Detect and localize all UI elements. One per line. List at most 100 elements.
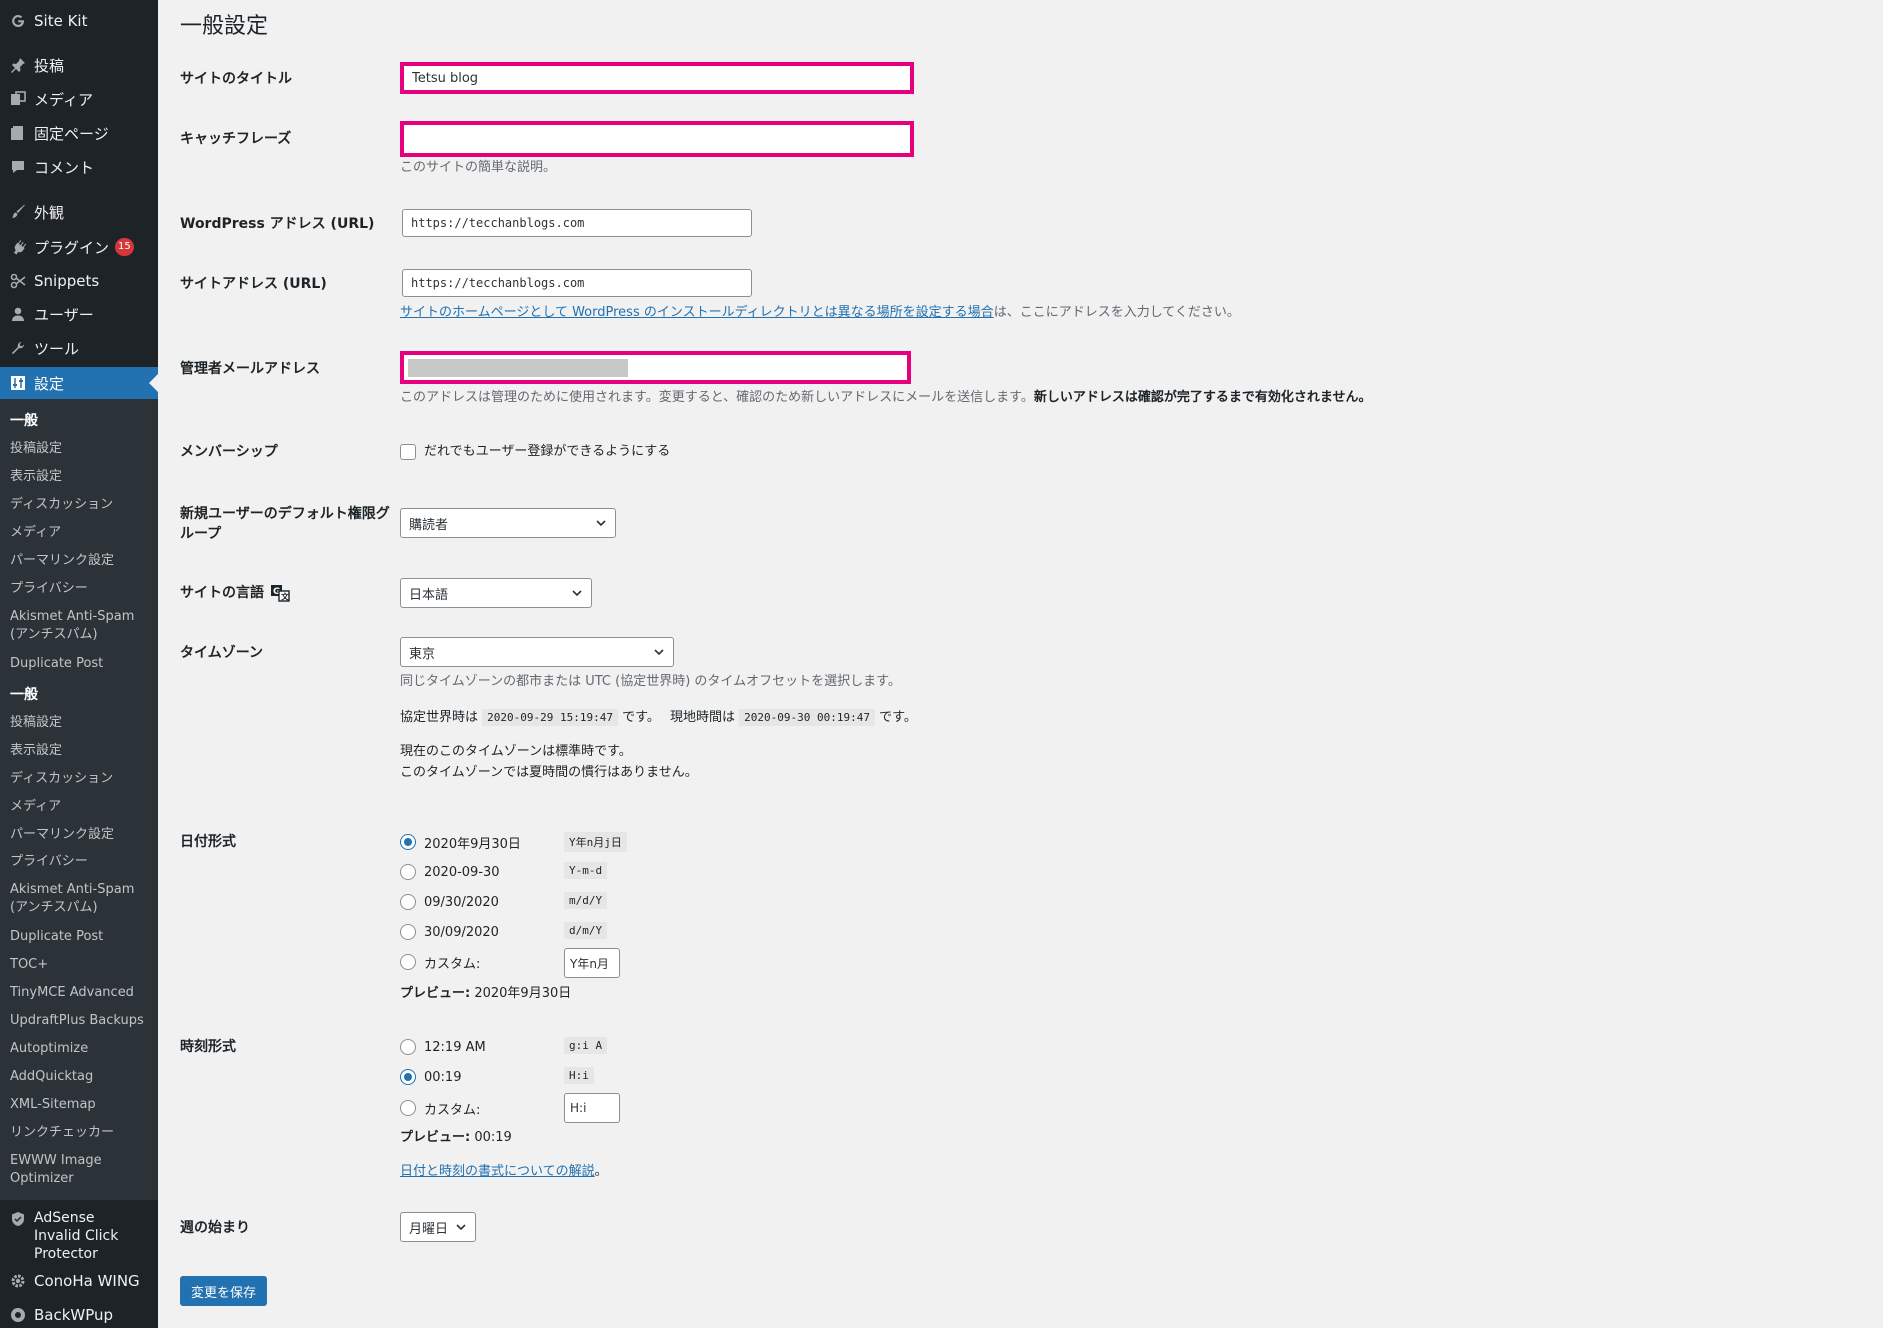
radio-button[interactable]: [400, 1069, 416, 1085]
submenu-general[interactable]: 一般: [10, 686, 152, 704]
site-language-select[interactable]: 日本語: [400, 578, 592, 608]
site-language-row: サイトの言語 G文: [180, 583, 290, 603]
timezone-std-line2: このタイムゾーンでは夏時間の慣行はありません。: [400, 765, 698, 780]
menu-backwpup[interactable]: BackWPup: [0, 1300, 158, 1328]
radio-button[interactable]: [400, 864, 416, 880]
submenu-media[interactable]: メディア: [10, 798, 152, 816]
tagline-input[interactable]: [404, 125, 910, 153]
menu-settings[interactable]: 設定: [0, 367, 158, 399]
submenu-tinymce[interactable]: TinyMCE Advanced: [10, 984, 152, 1002]
menu-users[interactable]: ユーザー: [0, 299, 158, 329]
submenu-privacy[interactable]: プライバシー: [10, 580, 152, 598]
submenu-link-checker[interactable]: リンクチェッカー: [10, 1124, 152, 1142]
radio-button[interactable]: [400, 894, 416, 910]
date-format-option-3[interactable]: 09/30/2020: [400, 891, 499, 913]
submenu-ewww[interactable]: EWWW Image Optimizer: [10, 1152, 152, 1188]
submenu-autoptimize[interactable]: Autoptimize: [10, 1040, 152, 1058]
submenu-general[interactable]: 一般: [10, 412, 152, 430]
submenu-permalink[interactable]: パーマリンク設定: [10, 826, 152, 844]
menu-site-kit[interactable]: Site Kit: [0, 6, 158, 36]
submenu-toc[interactable]: TOC+: [10, 956, 152, 974]
submenu-privacy[interactable]: プライバシー: [10, 853, 152, 871]
submenu-akismet[interactable]: Akismet Anti-Spam (アンチスパム): [10, 881, 152, 917]
preview-value: 2020年9月30日: [474, 986, 572, 1001]
radio-button[interactable]: [400, 924, 416, 940]
site-address-help-link[interactable]: サイトのホームページとして WordPress のインストールディレクトリとは異…: [400, 305, 994, 320]
menu-label: ConoHa WING: [34, 1272, 140, 1290]
admin-email-highlight[interactable]: [400, 351, 911, 384]
submenu-reading[interactable]: 表示設定: [10, 468, 152, 486]
date-format-option-1[interactable]: 2020年9月30日: [400, 831, 521, 853]
menu-tools[interactable]: ツール: [0, 333, 158, 363]
time-format-option-2[interactable]: 00:19: [400, 1066, 461, 1088]
chevron-down-icon: [456, 1224, 466, 1231]
menu-conoha-wing[interactable]: ConoHa WING: [0, 1266, 158, 1296]
admin-sidebar: Site Kit 投稿 メディア 固定ページ コメント 外観 プラグイン 15 …: [0, 0, 158, 1328]
menu-comments[interactable]: コメント: [0, 152, 158, 182]
site-title-highlight: [400, 62, 914, 94]
time-format-option-custom[interactable]: カスタム:: [400, 1097, 480, 1119]
submenu-discussion[interactable]: ディスカッション: [10, 496, 152, 514]
default-role-select[interactable]: 購読者: [400, 508, 616, 538]
date-format-option-4[interactable]: 30/09/2020: [400, 921, 499, 943]
svg-text:文: 文: [281, 592, 290, 602]
menu-pages[interactable]: 固定ページ: [0, 118, 158, 148]
menu-media[interactable]: メディア: [0, 84, 158, 114]
menu-adsense-protector[interactable]: AdSense Invalid Click Protector: [0, 1209, 150, 1263]
comment-icon: [8, 157, 28, 177]
week-start-value: 月曜日: [409, 1221, 449, 1237]
media-icon: [8, 89, 28, 109]
timezone-label: タイムゾーン: [180, 645, 264, 661]
local-time: 2020-09-30 00:19:47: [739, 709, 875, 726]
radio-button[interactable]: [400, 1100, 416, 1116]
time-format-custom-input[interactable]: [564, 1093, 620, 1123]
menu-label: コメント: [34, 158, 95, 177]
plugin-icon: [8, 237, 28, 257]
datetime-doc-link[interactable]: 日付と時刻の書式についての解説: [400, 1164, 595, 1179]
menu-label: ユーザー: [34, 305, 94, 324]
menu-plugins[interactable]: プラグイン 15: [0, 232, 158, 262]
menu-snippets[interactable]: Snippets: [0, 266, 158, 296]
submenu-akismet[interactable]: Akismet Anti-Spam (アンチスパム): [10, 608, 152, 644]
translation-icon: G文: [271, 585, 290, 602]
site-title-input[interactable]: [404, 66, 910, 90]
wp-address-input[interactable]: [402, 209, 752, 237]
radio-button[interactable]: [400, 834, 416, 850]
date-format-option-label: 09/30/2020: [424, 894, 499, 910]
utc-suffix: です。: [622, 710, 660, 725]
local-suffix: です。: [879, 710, 917, 725]
submenu-duplicate-post[interactable]: Duplicate Post: [10, 928, 152, 946]
date-format-option-custom[interactable]: カスタム:: [400, 951, 480, 973]
preview-label: プレビュー:: [400, 1130, 471, 1145]
submenu-writing[interactable]: 投稿設定: [10, 440, 152, 458]
site-address-input[interactable]: [402, 269, 752, 297]
date-format-option-2[interactable]: 2020-09-30: [400, 861, 500, 883]
default-role-label: 新規ユーザーのデフォルト権限グループ: [180, 506, 390, 542]
date-format-custom-input[interactable]: [564, 948, 620, 978]
submenu-duplicate-post[interactable]: Duplicate Post: [10, 655, 152, 673]
save-changes-button[interactable]: 変更を保存: [180, 1276, 268, 1306]
menu-appearance[interactable]: 外観: [0, 197, 158, 227]
menu-posts[interactable]: 投稿: [0, 50, 158, 80]
menu-label: 固定ページ: [34, 124, 109, 143]
week-start-select[interactable]: 月曜日: [400, 1212, 476, 1242]
submenu-updraftplus[interactable]: UpdraftPlus Backups: [10, 1012, 152, 1030]
time-format-code: H:i: [564, 1067, 594, 1084]
submenu-addquicktag[interactable]: AddQuicktag: [10, 1068, 152, 1086]
submenu-writing[interactable]: 投稿設定: [10, 714, 152, 732]
membership-label: メンバーシップ: [180, 444, 278, 460]
date-format-option-label: 30/09/2020: [424, 924, 499, 940]
time-format-option-label: 00:19: [424, 1069, 462, 1085]
submenu-xml-sitemap[interactable]: XML-Sitemap: [10, 1096, 152, 1114]
submenu-permalink[interactable]: パーマリンク設定: [10, 552, 152, 570]
time-format-option-1[interactable]: 12:19 AM: [400, 1036, 486, 1058]
timezone-select[interactable]: 東京: [400, 637, 674, 667]
membership-checkbox[interactable]: [400, 444, 416, 460]
radio-button[interactable]: [400, 954, 416, 970]
radio-button[interactable]: [400, 1039, 416, 1055]
submenu-discussion[interactable]: ディスカッション: [10, 770, 152, 788]
membership-checkbox-label[interactable]: だれでもユーザー登録ができるようにする: [424, 442, 670, 462]
submenu-media[interactable]: メディア: [10, 524, 152, 542]
submenu-reading[interactable]: 表示設定: [10, 742, 152, 760]
timezone-std-line1: 現在のこのタイムゾーンは標準時です。: [400, 744, 632, 759]
